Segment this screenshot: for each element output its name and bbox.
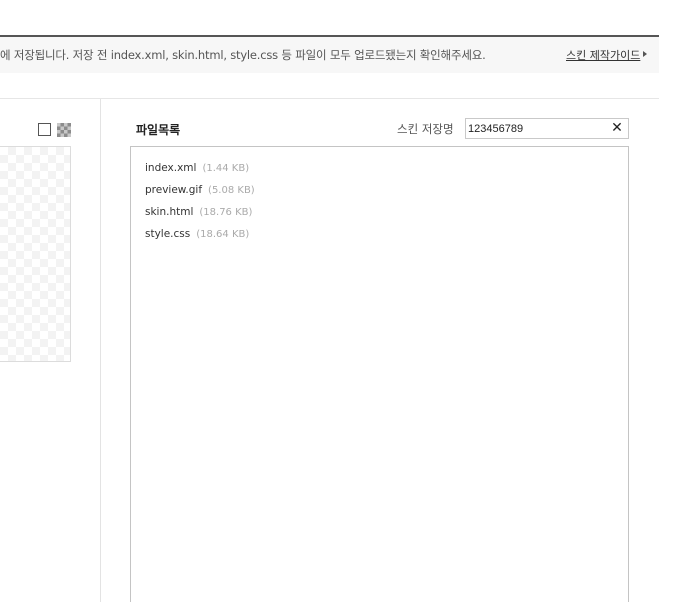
file-item[interactable]: skin.html (18.76 KB) [145, 205, 255, 227]
skin-upload-page: 에 저장됩니다. 저장 전 index.xml, skin.html, styl… [0, 0, 695, 602]
file-name: preview.gif [145, 184, 203, 196]
file-list-box: index.xml (1.44 KB) preview.gif (5.08 KB) … [130, 146, 629, 602]
skin-guide-link[interactable]: 스킨 제작가이드 [566, 47, 640, 63]
file-name: style.css [145, 228, 191, 240]
file-size: (18.76 KB) [199, 207, 253, 218]
file-item[interactable]: index.xml (1.44 KB) [145, 161, 255, 183]
file-size: (5.08 KB) [208, 185, 255, 196]
save-notice-text: 에 저장됩니다. 저장 전 index.xml, skin.html, styl… [0, 48, 486, 62]
clear-icon[interactable]: ✕ [610, 120, 624, 137]
file-list: index.xml (1.44 KB) preview.gif (5.08 KB) … [145, 161, 255, 249]
preview-panel [0, 99, 101, 602]
file-size: (18.64 KB) [196, 229, 250, 240]
white-background-toggle[interactable] [38, 123, 51, 136]
file-list-title: 파일목록 [136, 123, 181, 137]
skin-name-input[interactable] [466, 119, 606, 138]
file-name: skin.html [145, 206, 194, 218]
info-bar: 에 저장됩니다. 저장 전 index.xml, skin.html, styl… [0, 37, 659, 73]
skin-preview-canvas [0, 146, 71, 362]
skin-name-field: ✕ [465, 118, 629, 139]
skin-name-label: 스킨 저장명 [397, 122, 454, 136]
file-name: index.xml [145, 162, 197, 174]
file-item[interactable]: preview.gif (5.08 KB) [145, 183, 255, 205]
file-item[interactable]: style.css (18.64 KB) [145, 227, 255, 249]
arrow-right-icon [643, 51, 647, 57]
file-size: (1.44 KB) [202, 163, 250, 174]
checker-background-toggle[interactable] [57, 123, 71, 137]
